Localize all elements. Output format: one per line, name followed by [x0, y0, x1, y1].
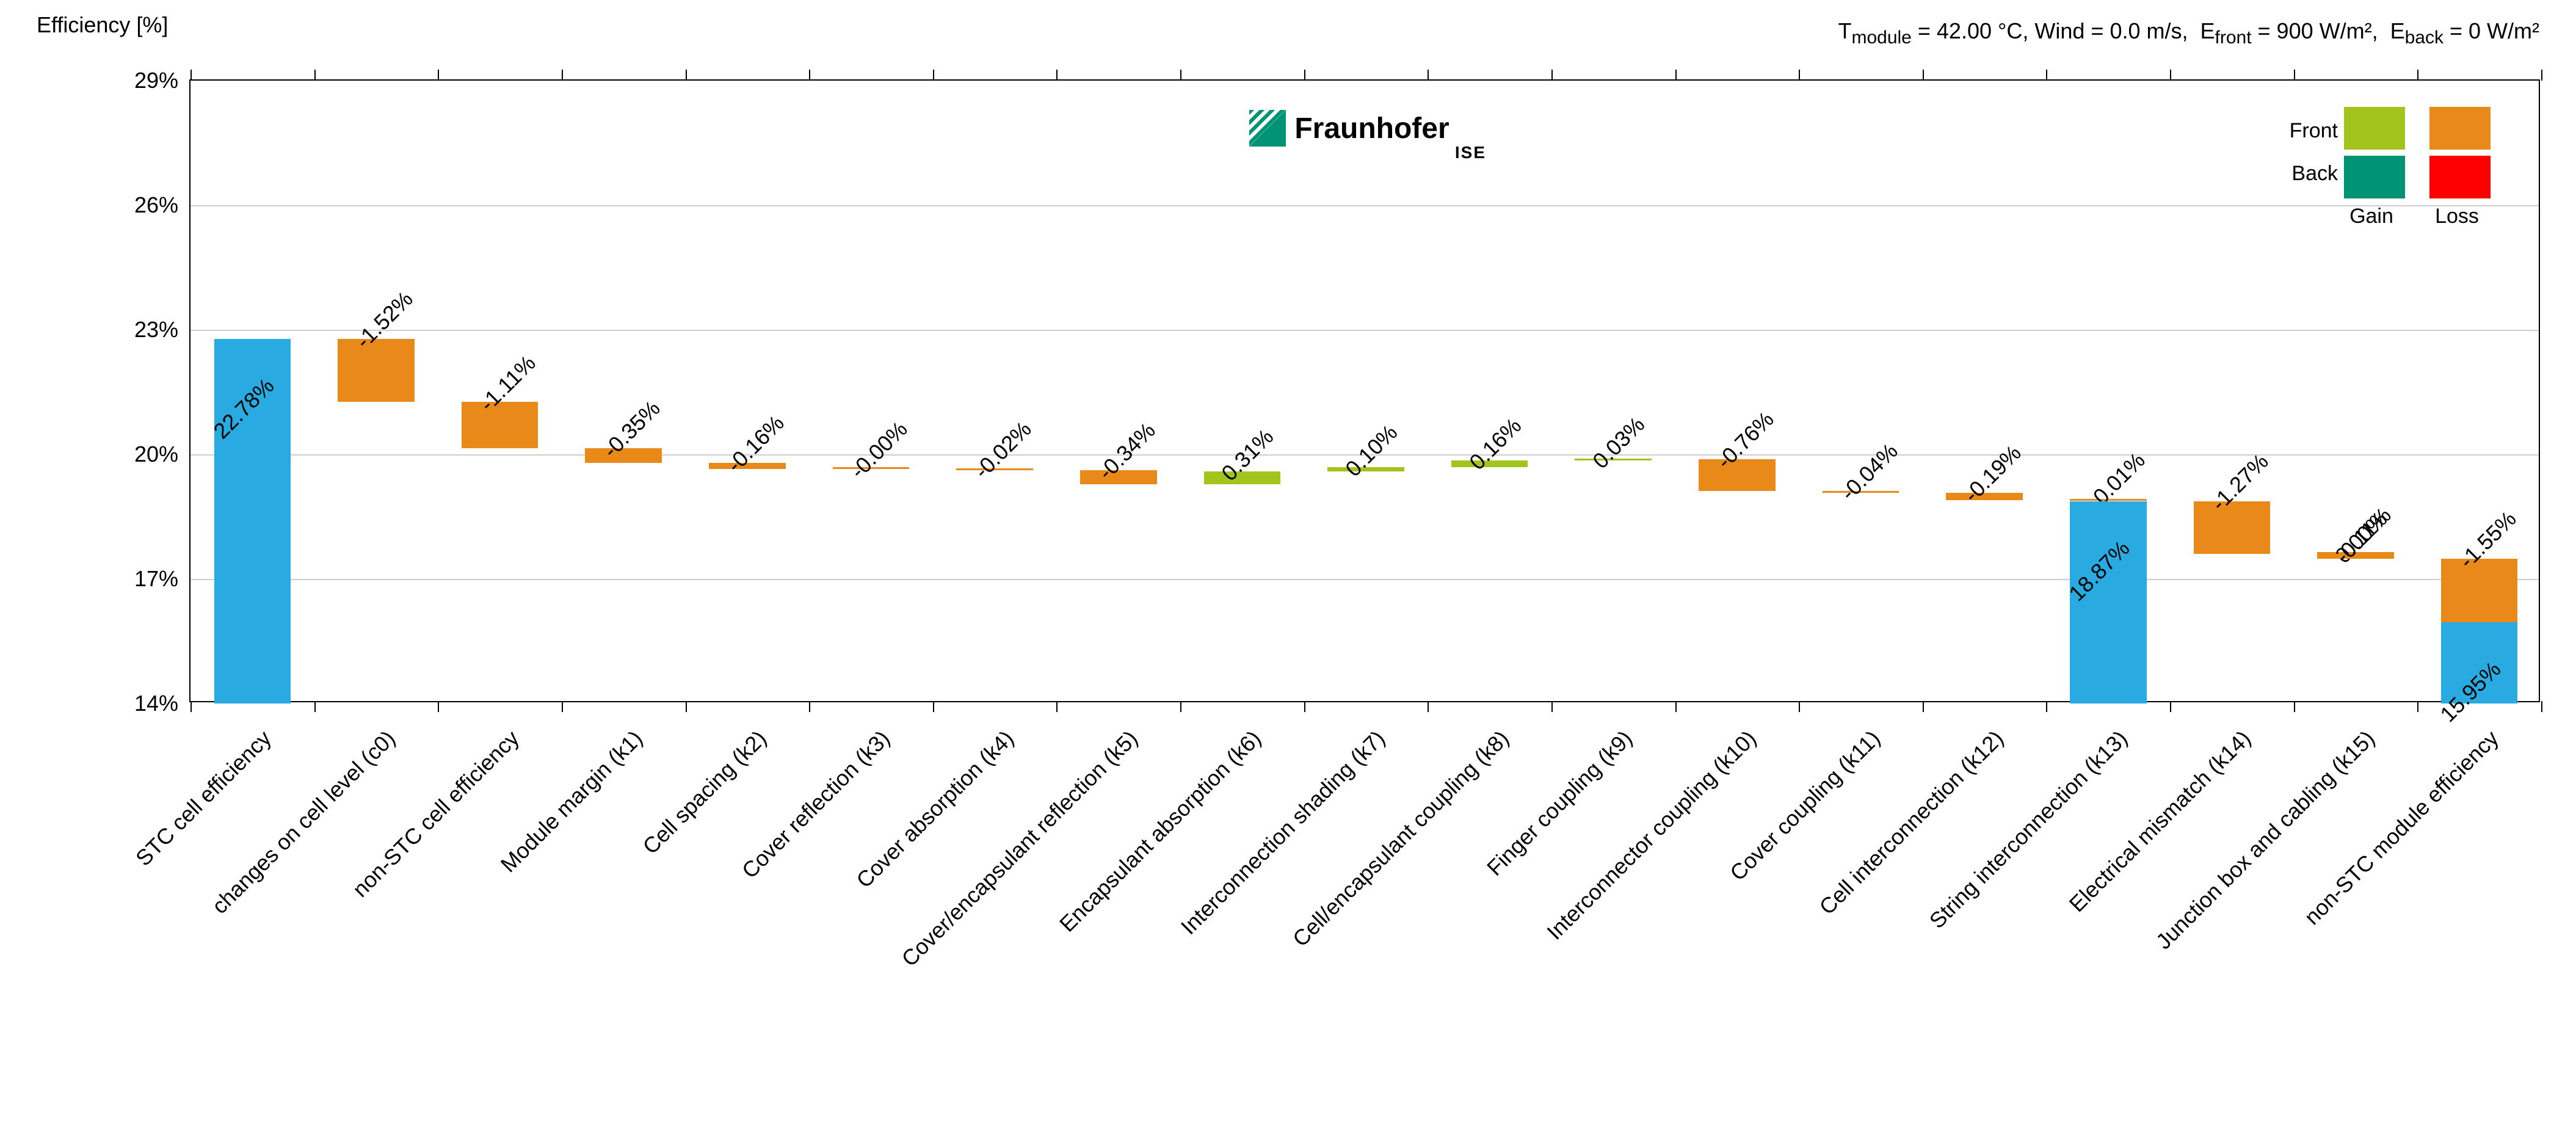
waterfall-chart: Efficiency [%] Tmodule = 42.00 °C, Wind …	[0, 0, 2576, 1145]
fraunhofer-logo-icon	[1249, 110, 1286, 147]
x-tick	[809, 70, 810, 81]
loss-bar	[2441, 559, 2518, 623]
legend-swatch-back-loss	[2429, 156, 2491, 198]
y-tick-label: 14%	[111, 691, 178, 716]
x-tick	[2170, 70, 2171, 81]
x-category-label: Cover/encapsulant reflection (k5)	[1125, 497, 1371, 743]
x-tick	[2417, 70, 2418, 81]
x-tick	[686, 70, 687, 81]
x-tick	[2046, 70, 2047, 81]
bar-value-label: 0.03%	[1588, 412, 1650, 474]
x-tick	[1304, 70, 1305, 81]
x-tick	[2541, 70, 2542, 81]
y-tick-label: 20%	[111, 442, 178, 467]
x-tick	[562, 70, 563, 81]
legend-col-loss: Loss	[2423, 205, 2491, 228]
x-category-label: Interconnection shading (k7)	[1372, 529, 1586, 744]
grid-line	[190, 205, 2539, 206]
y-tick-label: 17%	[111, 566, 178, 592]
bar-value-label: 0.10%	[1340, 420, 1402, 482]
x-tick	[1056, 70, 1058, 81]
x-tick	[2294, 70, 2295, 81]
x-tick	[1675, 70, 1677, 81]
y-tick-label: 29%	[111, 68, 178, 93]
plot-area: 14%17%20%23%26%29%STC cell efficiencycha…	[189, 79, 2540, 702]
fraunhofer-brand: Fraunhofer ISE	[1209, 110, 1490, 162]
x-category-label: Cell/encapsulant coupling (k8)	[1496, 517, 1722, 744]
legend-col-gain: Gain	[2338, 205, 2405, 228]
bar-value-label: -0.04%	[1835, 438, 1903, 505]
x-tick	[1428, 70, 1429, 81]
x-category-label: Interconnector coupling (k10)	[1743, 524, 1962, 743]
y-axis-title: Efficiency [%]	[37, 12, 168, 38]
x-tick	[1180, 70, 1181, 81]
x-tick	[1551, 70, 1553, 81]
legend-row-front: Front	[2265, 119, 2338, 143]
x-tick	[933, 70, 934, 81]
x-tick	[190, 701, 192, 712]
bar-value-label: -0.02%	[969, 416, 1036, 484]
legend: Front Back Gain Loss	[2289, 101, 2521, 241]
x-tick	[438, 70, 439, 81]
legend-swatch-back-gain	[2344, 156, 2405, 198]
grid-line	[190, 330, 2539, 331]
x-tick	[314, 70, 316, 81]
loss-bar	[338, 339, 415, 402]
bar-value-label: -0.00%	[846, 416, 913, 484]
x-category-label: Cell spacing (k2)	[753, 609, 887, 743]
bar-value-label: -0.11%	[2330, 503, 2396, 569]
x-tick	[190, 70, 192, 81]
y-tick-label: 26%	[111, 192, 178, 218]
x-tick	[1799, 70, 1800, 81]
legend-swatch-front-loss	[2429, 107, 2491, 150]
brand-name: Fraunhofer	[1294, 112, 1449, 145]
legend-row-back: Back	[2265, 162, 2338, 186]
loss-bar	[2194, 501, 2271, 554]
y-tick-label: 23%	[111, 317, 178, 343]
legend-swatch-front-gain	[2344, 107, 2405, 150]
conditions-text: Tmodule = 42.00 °C, Wind = 0.0 m/s, Efro…	[1838, 18, 2539, 48]
x-tick	[1923, 70, 1924, 81]
